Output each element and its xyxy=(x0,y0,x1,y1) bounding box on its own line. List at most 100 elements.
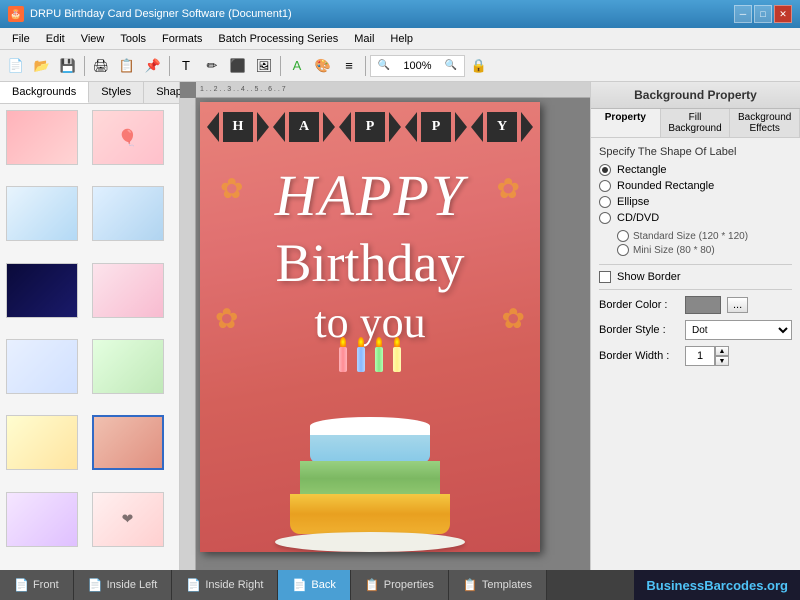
lock-button[interactable]: 🔒 xyxy=(467,54,491,78)
tab-inside-left[interactable]: 📄 Inside Left xyxy=(74,570,173,600)
menu-mail[interactable]: Mail xyxy=(346,31,382,47)
tab-front[interactable]: 📄 Front xyxy=(0,570,74,600)
flower-left-mid: ✿ xyxy=(215,302,238,335)
mini-size-label: Mini Size (80 * 80) xyxy=(633,245,715,256)
tab-properties[interactable]: 📋 Properties xyxy=(351,570,449,600)
cake-candles xyxy=(339,337,401,372)
candle-4 xyxy=(393,337,401,372)
radio-ellipse-btn[interactable] xyxy=(599,196,611,208)
tab-front-icon: 📄 xyxy=(14,578,29,592)
font-color-button[interactable]: A xyxy=(285,54,309,78)
menu-formats[interactable]: Formats xyxy=(154,31,210,47)
draw-tool[interactable]: ✏ xyxy=(200,54,224,78)
new-button[interactable]: 📄 xyxy=(4,54,28,78)
maximize-button[interactable]: □ xyxy=(754,5,772,23)
flower-right-top: ✿ xyxy=(497,172,520,205)
tab-back[interactable]: 📄 Back xyxy=(278,570,350,600)
radio-rectangle[interactable]: Rectangle xyxy=(599,164,792,176)
divider-2 xyxy=(599,289,792,290)
paste-button[interactable]: 📌 xyxy=(141,54,165,78)
shape-label: Specify The Shape Of Label xyxy=(599,146,792,158)
tab-inside-right[interactable]: 📄 Inside Right xyxy=(172,570,278,600)
menu-file[interactable]: File xyxy=(4,31,38,47)
candle-body-4 xyxy=(393,347,401,372)
zoom-control: 🔍 🔍 xyxy=(370,55,465,77)
tab-property[interactable]: Property xyxy=(591,109,661,137)
border-color-picker-button[interactable]: ... xyxy=(727,297,748,313)
background-button[interactable]: 🎨 xyxy=(311,54,335,78)
cake-frosting xyxy=(310,417,430,435)
shape-radio-group: Rectangle Rounded Rectangle Ellipse CD/D… xyxy=(599,164,792,256)
radio-rectangle-btn[interactable] xyxy=(599,164,611,176)
standard-size-label: Standard Size (120 * 120) xyxy=(633,231,748,242)
tab-backgrounds[interactable]: Backgrounds xyxy=(0,82,89,103)
thumb-10[interactable] xyxy=(92,415,164,470)
radio-rounded[interactable]: Rounded Rectangle xyxy=(599,180,792,192)
thumb-8[interactable] xyxy=(92,339,164,394)
spinbox-up-button[interactable]: ▲ xyxy=(715,346,729,356)
menu-view[interactable]: View xyxy=(73,31,113,47)
thumb-6[interactable] xyxy=(92,263,164,318)
radio-rounded-btn[interactable] xyxy=(599,180,611,192)
zoom-out-button[interactable]: 🔍 xyxy=(442,57,460,75)
radio-standard-size[interactable] xyxy=(617,230,629,242)
menu-tools[interactable]: Tools xyxy=(112,31,154,47)
align-button[interactable]: ≡ xyxy=(337,54,361,78)
banner-triangle-left xyxy=(207,112,219,142)
copy-button[interactable]: 📋 xyxy=(115,54,139,78)
menu-help[interactable]: Help xyxy=(382,31,421,47)
cake-layers xyxy=(290,417,450,534)
banner-triangle-left-4 xyxy=(405,112,417,142)
card-birthday-text: Birthday xyxy=(276,232,465,294)
candle-1 xyxy=(339,337,347,372)
image-tool[interactable]: 🖼 xyxy=(252,54,276,78)
menu-edit[interactable]: Edit xyxy=(38,31,73,47)
tab-templates[interactable]: 📋 Templates xyxy=(449,570,547,600)
thumb-2[interactable]: 🎈 xyxy=(92,110,164,165)
divider-1 xyxy=(599,264,792,265)
print-button[interactable]: 🖨 xyxy=(89,54,113,78)
zoom-in-button[interactable]: 🔍 xyxy=(375,57,393,75)
open-button[interactable]: 📂 xyxy=(30,54,54,78)
spinbox-down-button[interactable]: ▼ xyxy=(715,356,729,366)
thumb-12[interactable]: ❤ xyxy=(92,492,164,547)
panel-tabs: Backgrounds Styles Shapes xyxy=(0,82,179,104)
radio-cddvd-btn[interactable] xyxy=(599,212,611,224)
tab-styles[interactable]: Styles xyxy=(89,82,144,103)
thumb-7[interactable] xyxy=(6,339,78,394)
text-tool[interactable]: T xyxy=(174,54,198,78)
tab-background-effects[interactable]: Background Effects xyxy=(730,109,800,137)
zoom-input[interactable] xyxy=(395,60,440,72)
center-area[interactable]: 1 . . 2 . . 3 . . 4 . . 5 . . 6 . . 7 H … xyxy=(180,82,590,570)
thumb-5[interactable] xyxy=(6,263,78,318)
tab-inside-left-label: Inside Left xyxy=(107,579,158,591)
border-width-input[interactable] xyxy=(685,346,715,366)
radio-cddvd[interactable]: CD/DVD xyxy=(599,212,792,224)
border-color-row: Border Color : ... xyxy=(599,296,792,314)
thumb-9[interactable] xyxy=(6,415,78,470)
menu-batch-processing[interactable]: Batch Processing Series xyxy=(210,31,346,47)
window-controls: ─ □ ✕ xyxy=(734,5,792,23)
canvas-card[interactable]: H A P P Y ✿ ✿ ✿ xyxy=(200,102,540,552)
border-color-label: Border Color : xyxy=(599,299,679,311)
save-button[interactable]: 💾 xyxy=(56,54,80,78)
shape-tool[interactable]: ⬛ xyxy=(226,54,250,78)
radio-ellipse[interactable]: Ellipse xyxy=(599,196,792,208)
minimize-button[interactable]: ─ xyxy=(734,5,752,23)
tab-fill-background[interactable]: Fill Background xyxy=(661,109,731,137)
thumb-1[interactable] xyxy=(6,110,78,165)
border-style-select[interactable]: Dot Solid Dash Dash Dot xyxy=(685,320,792,340)
cake-layer-1 xyxy=(290,494,450,534)
thumb-3[interactable] xyxy=(6,186,78,241)
candle-body-3 xyxy=(375,347,383,372)
close-button[interactable]: ✕ xyxy=(774,5,792,23)
thumb-4[interactable] xyxy=(92,186,164,241)
canvas-wrapper[interactable]: H A P P Y ✿ ✿ ✿ xyxy=(200,102,540,552)
radio-mini-size[interactable] xyxy=(617,244,629,256)
title-bar: 🎂 DRPU Birthday Card Designer Software (… xyxy=(0,0,800,28)
show-border-checkbox[interactable] xyxy=(599,271,611,283)
radio-rounded-label: Rounded Rectangle xyxy=(617,180,714,192)
thumb-11[interactable] xyxy=(6,492,78,547)
candle-flame-3 xyxy=(376,337,382,347)
border-color-swatch[interactable] xyxy=(685,296,721,314)
